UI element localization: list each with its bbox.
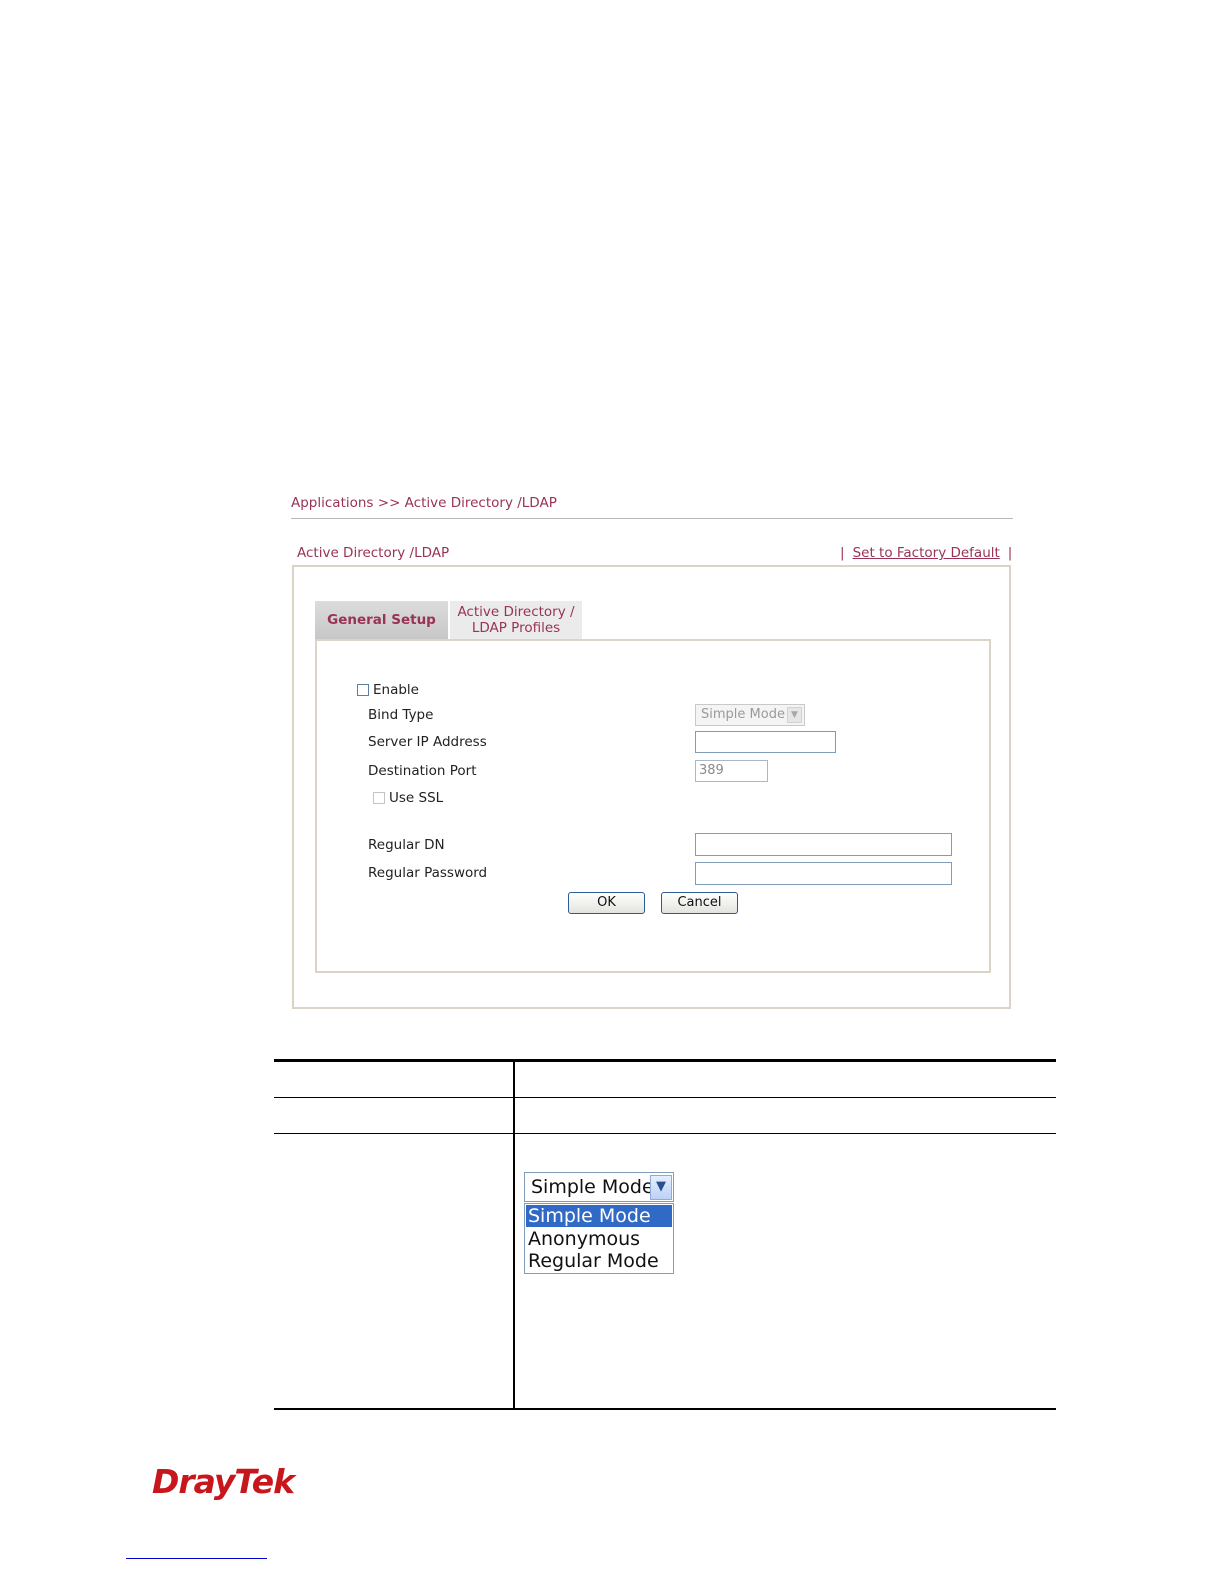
table-bottom-rule bbox=[274, 1408, 1056, 1410]
server-ip-label: Server IP Address bbox=[368, 734, 487, 750]
dropdown-current-value: Simple Mode bbox=[531, 1176, 654, 1198]
chevron-down-icon[interactable]: ▼ bbox=[650, 1175, 672, 1200]
tab-label-line1: Active Directory / bbox=[457, 604, 575, 620]
breadcrumb-divider bbox=[291, 518, 1013, 519]
table-header-rule bbox=[274, 1097, 1056, 1098]
tab-label-line2: LDAP Profiles bbox=[471, 620, 561, 636]
separator: | bbox=[1007, 545, 1013, 561]
draytek-logo: DrayTek bbox=[152, 1462, 295, 1501]
set-to-factory-default-link[interactable]: Set to Factory Default bbox=[853, 545, 1000, 561]
dropdown-option-anonymous[interactable]: Anonymous bbox=[526, 1228, 672, 1250]
panel-title: Active Directory /LDAP bbox=[297, 545, 450, 561]
destination-port-label: Destination Port bbox=[368, 763, 477, 779]
separator: | bbox=[840, 545, 845, 561]
regular-password-label: Regular Password bbox=[368, 865, 488, 881]
tab-general-setup[interactable]: General Setup bbox=[315, 601, 448, 639]
bind-type-value: Simple Mode bbox=[701, 707, 785, 722]
footer-link-underline bbox=[126, 1558, 267, 1559]
regular-password-input[interactable] bbox=[695, 862, 952, 885]
regular-dn-label: Regular DN bbox=[368, 837, 445, 853]
bind-type-label: Bind Type bbox=[368, 707, 434, 723]
table-column-divider bbox=[513, 1061, 515, 1410]
table-top-rule bbox=[274, 1059, 1056, 1062]
dropdown-option-regular-mode[interactable]: Regular Mode bbox=[526, 1250, 672, 1272]
factory-default-area: | Set to Factory Default | bbox=[840, 545, 1012, 561]
chevron-down-icon: ▼ bbox=[787, 707, 802, 723]
use-ssl-label: Use SSL bbox=[389, 790, 444, 806]
server-ip-input[interactable] bbox=[695, 731, 836, 753]
tab-ldap-profiles[interactable]: Active Directory / LDAP Profiles bbox=[450, 601, 582, 639]
ok-button[interactable]: OK bbox=[568, 892, 645, 914]
breadcrumb: Applications >> Active Directory /LDAP bbox=[291, 495, 557, 511]
dropdown-option-simple-mode[interactable]: Simple Mode bbox=[526, 1205, 672, 1227]
enable-label: Enable bbox=[373, 682, 419, 698]
cancel-button[interactable]: Cancel bbox=[661, 892, 738, 914]
destination-port-input[interactable]: 389 bbox=[695, 760, 768, 782]
enable-checkbox[interactable] bbox=[357, 684, 369, 696]
bind-type-select[interactable]: Simple Mode ▼ bbox=[695, 704, 805, 726]
use-ssl-checkbox[interactable] bbox=[373, 792, 385, 804]
table-row-rule bbox=[274, 1133, 1056, 1134]
regular-dn-input[interactable] bbox=[695, 833, 952, 856]
